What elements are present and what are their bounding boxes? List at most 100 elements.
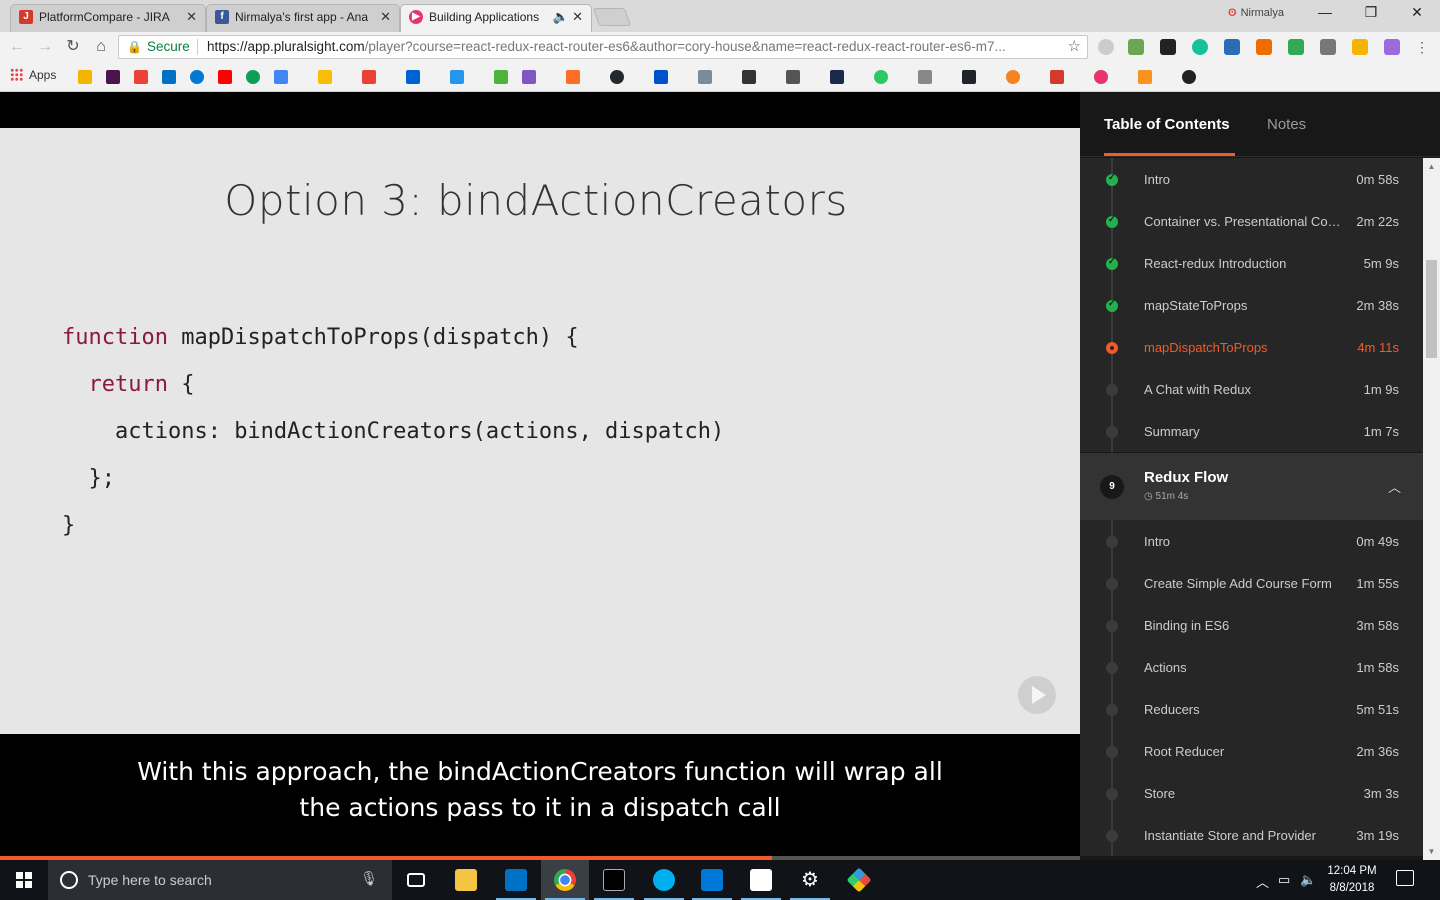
close-window-icon[interactable]: ✕ — [1402, 4, 1432, 21]
gitlab-icon[interactable] — [566, 70, 580, 84]
extension-icon[interactable] — [1384, 39, 1400, 55]
clip-row[interactable]: Intro 0m 49s — [1080, 520, 1423, 562]
hashnode-icon[interactable] — [830, 70, 844, 84]
close-tab-icon[interactable]: ✕ — [186, 5, 197, 29]
close-tab-icon[interactable]: ✕ — [380, 5, 391, 29]
clip-row[interactable]: mapDispatchToProps 4m 11s — [1080, 326, 1423, 368]
clip-row[interactable]: Intro 0m 58s — [1080, 158, 1423, 200]
outlook-icon[interactable] — [162, 70, 176, 84]
pluralsight-icon[interactable] — [1094, 70, 1108, 84]
clip-row[interactable]: React-redux Introduction 5m 9s — [1080, 242, 1423, 284]
bookmark-apps[interactable]: Apps — [10, 68, 56, 82]
taskbar-search[interactable]: Type here to search 🎙 — [48, 860, 392, 900]
terminal-button[interactable] — [590, 860, 638, 900]
video-slide[interactable]: Option 3: bindActionCreators function ma… — [0, 128, 1080, 734]
bitbucket-icon[interactable] — [654, 70, 668, 84]
skype-button[interactable] — [640, 860, 688, 900]
mongodb-icon[interactable] — [494, 70, 508, 84]
bookmark-icon[interactable] — [78, 70, 92, 84]
hackerrank-icon[interactable] — [874, 70, 888, 84]
tab-table-of-contents[interactable]: Table of Contents — [1104, 116, 1230, 133]
clip-row[interactable]: Root Reducer 2m 36s — [1080, 730, 1423, 772]
network-icon[interactable]: ▭ — [1278, 872, 1290, 888]
file-explorer-button[interactable] — [442, 860, 490, 900]
json-icon[interactable] — [918, 70, 932, 84]
gmail-icon[interactable] — [134, 70, 148, 84]
clip-row[interactable]: Summary 1m 7s — [1080, 410, 1423, 452]
bookmark-icon[interactable] — [698, 70, 712, 84]
close-tab-icon[interactable]: ✕ — [572, 5, 583, 29]
extension-icon[interactable] — [1098, 39, 1114, 55]
settings-button[interactable]: ⚙ — [786, 860, 834, 900]
clip-row[interactable]: Reducers 5m 51s — [1080, 688, 1423, 730]
extension-icon[interactable] — [1224, 39, 1240, 55]
task-view-button[interactable] — [392, 860, 440, 900]
menu-icon[interactable]: ⋮ — [1414, 39, 1430, 55]
clip-row[interactable]: Container vs. Presentational Components 2… — [1080, 200, 1423, 242]
minimize-icon[interactable]: — — [1310, 4, 1340, 20]
bookmark-icon[interactable] — [1006, 70, 1020, 84]
browser-tab-facebook[interactable]: f Nirmalya's first app - Ana ✕ — [206, 4, 400, 32]
youtube-icon[interactable] — [218, 70, 232, 84]
clip-row[interactable]: A Chat with Redux 1m 9s — [1080, 368, 1423, 410]
clip-row[interactable]: mapStateToProps 2m 38s — [1080, 284, 1423, 326]
codepen-icon[interactable] — [786, 70, 800, 84]
profile-button[interactable]: ʘ Nirmalya — [1228, 7, 1284, 19]
vscode-button[interactable] — [688, 860, 736, 900]
new-tab-button[interactable] — [592, 8, 632, 26]
browser-tab-jira[interactable]: J PlatformCompare - JIRA ✕ — [10, 4, 206, 32]
gmail-icon[interactable] — [362, 70, 376, 84]
tab-notes[interactable]: Notes — [1267, 116, 1306, 133]
outlook-button[interactable] — [492, 860, 540, 900]
chevron-up-icon[interactable]: ︿ — [1388, 477, 1401, 496]
box-icon[interactable] — [406, 70, 420, 84]
heroku-icon[interactable] — [522, 70, 536, 84]
clip-row[interactable]: Binding in ES6 3m 58s — [1080, 604, 1423, 646]
jira-icon[interactable] — [1050, 70, 1064, 84]
audio-playing-icon[interactable]: 🔈 — [553, 5, 569, 29]
slack-icon[interactable] — [106, 70, 120, 84]
clip-row[interactable]: Create Simple Add Course Form 1m 55s — [1080, 562, 1423, 604]
home-icon[interactable]: ⌂ — [90, 37, 112, 57]
volume-icon[interactable]: 🔈 — [1300, 872, 1316, 888]
codesandbox-icon[interactable] — [742, 70, 756, 84]
react-icon[interactable] — [962, 70, 976, 84]
bookmark-star-icon[interactable]: ☆ — [1068, 36, 1081, 58]
docker-icon[interactable] — [450, 70, 464, 84]
extension-icon[interactable] — [1128, 39, 1144, 55]
sidebar-scrollbar[interactable]: ▲ ▼ — [1423, 158, 1440, 860]
bookmark-icon[interactable] — [1138, 70, 1152, 84]
notification-center-icon[interactable] — [1396, 870, 1414, 886]
browser-tab-pluralsight[interactable]: ▶ Building Applications 🔈 ✕ — [400, 4, 592, 32]
onedrive-icon[interactable] — [190, 70, 204, 84]
scrollbar-thumb[interactable] — [1426, 260, 1437, 358]
sticky-notes-button[interactable] — [737, 860, 785, 900]
extension-icon[interactable] — [1352, 39, 1368, 55]
github-icon[interactable] — [610, 70, 624, 84]
star-bookmark-icon[interactable] — [274, 70, 288, 84]
scroll-up-icon[interactable]: ▲ — [1423, 158, 1440, 175]
drive-icon[interactable] — [1288, 39, 1304, 55]
reload-icon[interactable]: ↻ — [62, 37, 84, 57]
drive-icon[interactable] — [318, 70, 332, 84]
scroll-down-icon[interactable]: ▼ — [1423, 843, 1440, 860]
start-button[interactable] — [0, 860, 48, 900]
git-client-button[interactable] — [835, 860, 883, 900]
maximize-icon[interactable]: ❐ — [1356, 4, 1386, 21]
chevron-up-icon[interactable]: ︿ — [1256, 872, 1269, 891]
url-input[interactable]: 🔒 Secure https://app.pluralsight.com/pla… — [118, 35, 1088, 59]
forward-icon[interactable]: → — [34, 37, 56, 57]
clip-row[interactable]: Actions 1m 58s — [1080, 646, 1423, 688]
microphone-icon[interactable]: 🎙 — [360, 870, 378, 887]
module-header-redux-flow[interactable]: 9 Redux Flow ◷ 51m 4s ︿ — [1080, 452, 1423, 520]
clip-row[interactable]: Instantiate Store and Provider 3m 19s — [1080, 814, 1423, 856]
system-clock[interactable]: 12:04 PM 8/8/2018 — [1322, 863, 1382, 897]
extension-icon[interactable] — [1256, 39, 1272, 55]
clip-row[interactable]: Store 3m 3s — [1080, 772, 1423, 814]
extension-icon[interactable] — [1160, 39, 1176, 55]
back-icon[interactable]: ← — [6, 37, 28, 57]
hangouts-icon[interactable] — [246, 70, 260, 84]
extension-icon[interactable] — [1320, 39, 1336, 55]
bookmark-icon[interactable] — [1182, 70, 1196, 84]
chrome-button[interactable] — [541, 860, 589, 900]
